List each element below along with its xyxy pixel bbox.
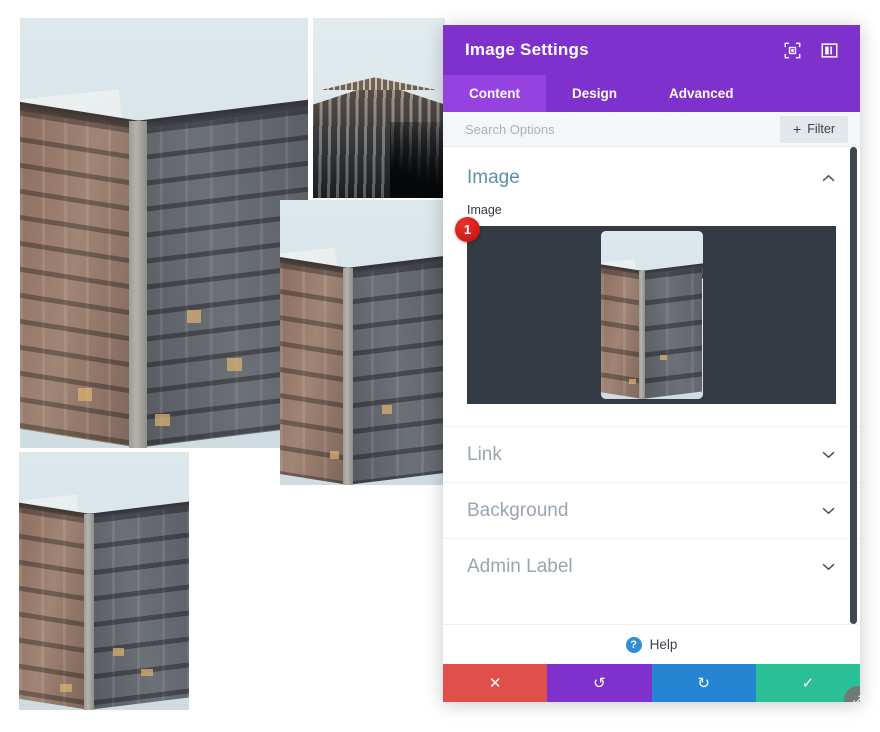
lit-window xyxy=(382,405,393,414)
diagonal-resize-icon xyxy=(853,695,860,702)
cancel-button[interactable]: ✕ xyxy=(443,664,548,702)
field-image: Image 1 xyxy=(443,203,860,426)
photo-building-bottom-left[interactable] xyxy=(19,452,189,710)
action-bar: ✕ ↺ ↻ ✓ xyxy=(443,664,860,702)
undo-button[interactable]: ↺ xyxy=(547,664,652,702)
search-input[interactable] xyxy=(465,112,781,146)
app-root: Image Settings Content Design Advanced S… xyxy=(0,0,880,732)
section-background[interactable]: Background xyxy=(443,482,860,538)
building-artwork xyxy=(600,231,703,399)
section-image-title: Image xyxy=(467,167,520,188)
facade-left xyxy=(19,507,91,710)
photo-tall-tower-top[interactable] xyxy=(313,18,445,198)
lit-window xyxy=(659,355,667,361)
section-admin-label-title: Admin Label xyxy=(467,555,573,577)
step-badge-1: 1 xyxy=(455,217,480,242)
facade-left xyxy=(600,267,644,399)
chevron-down-icon[interactable] xyxy=(821,450,836,459)
chevron-down-icon[interactable] xyxy=(821,506,836,515)
tab-content[interactable]: Content xyxy=(443,75,546,112)
photo-building-middle[interactable] xyxy=(280,200,445,485)
lit-window xyxy=(227,357,242,371)
facade-right xyxy=(87,506,189,710)
tower-shadow xyxy=(389,122,445,198)
building-artwork xyxy=(280,200,445,485)
section-image-header[interactable]: Image xyxy=(443,147,860,203)
filter-button-label: Filter xyxy=(807,122,835,136)
chevron-down-icon[interactable] xyxy=(821,562,836,571)
field-image-label: Image xyxy=(467,203,502,217)
help-row[interactable]: ? Help xyxy=(443,624,860,664)
settings-scroll-area: Image Image 1 Link Background Admin Labe… xyxy=(443,147,860,624)
tab-advanced[interactable]: Advanced xyxy=(643,75,760,112)
lit-window xyxy=(141,668,154,677)
chevron-up-icon[interactable] xyxy=(821,174,836,183)
lit-window xyxy=(77,387,92,401)
facade-right xyxy=(346,261,445,485)
redo-button[interactable]: ↻ xyxy=(651,664,756,702)
search-bar: + Filter xyxy=(443,112,860,147)
panel-body: Image Image 1 Link Background Admin Labe… xyxy=(443,147,860,624)
question-mark-icon: ? xyxy=(625,636,642,653)
lit-window xyxy=(112,648,125,656)
facade-right xyxy=(641,267,703,399)
tab-design[interactable]: Design xyxy=(546,75,643,112)
building-artwork xyxy=(19,452,189,710)
section-link-title: Link xyxy=(467,443,502,465)
image-upload-box[interactable]: 1 xyxy=(455,217,836,404)
lit-window xyxy=(59,684,72,692)
section-admin-label[interactable]: Admin Label xyxy=(443,538,860,594)
corner-pilaster xyxy=(342,268,353,485)
filter-button[interactable]: + Filter xyxy=(780,115,848,143)
lit-window xyxy=(329,450,340,460)
image-thumbnail[interactable] xyxy=(600,231,703,399)
section-image: Image Image 1 xyxy=(443,147,860,426)
panel-scrollbar[interactable] xyxy=(850,147,857,624)
building-artwork xyxy=(20,18,308,448)
lit-window xyxy=(187,310,202,324)
plus-icon: + xyxy=(793,121,802,137)
photo-large-top-left[interactable] xyxy=(20,18,308,448)
page-title: Image Settings xyxy=(465,40,589,59)
help-label: Help xyxy=(649,637,678,652)
image-settings-panel: Image Settings Content Design Advanced S… xyxy=(443,25,860,702)
fullscreen-icon[interactable] xyxy=(784,42,801,59)
panel-header-icons xyxy=(784,42,838,59)
section-link[interactable]: Link xyxy=(443,426,860,482)
corner-pilaster xyxy=(129,121,147,448)
corner-pilaster xyxy=(639,271,646,399)
layout-panel-icon[interactable] xyxy=(821,42,838,59)
lit-window xyxy=(155,413,170,427)
section-background-title: Background xyxy=(467,499,569,521)
tower-artwork xyxy=(313,18,445,198)
panel-tabs: Content Design Advanced xyxy=(443,75,860,112)
corner-pilaster xyxy=(83,513,94,710)
lit-window xyxy=(629,378,637,384)
panel-header: Image Settings xyxy=(443,25,860,75)
